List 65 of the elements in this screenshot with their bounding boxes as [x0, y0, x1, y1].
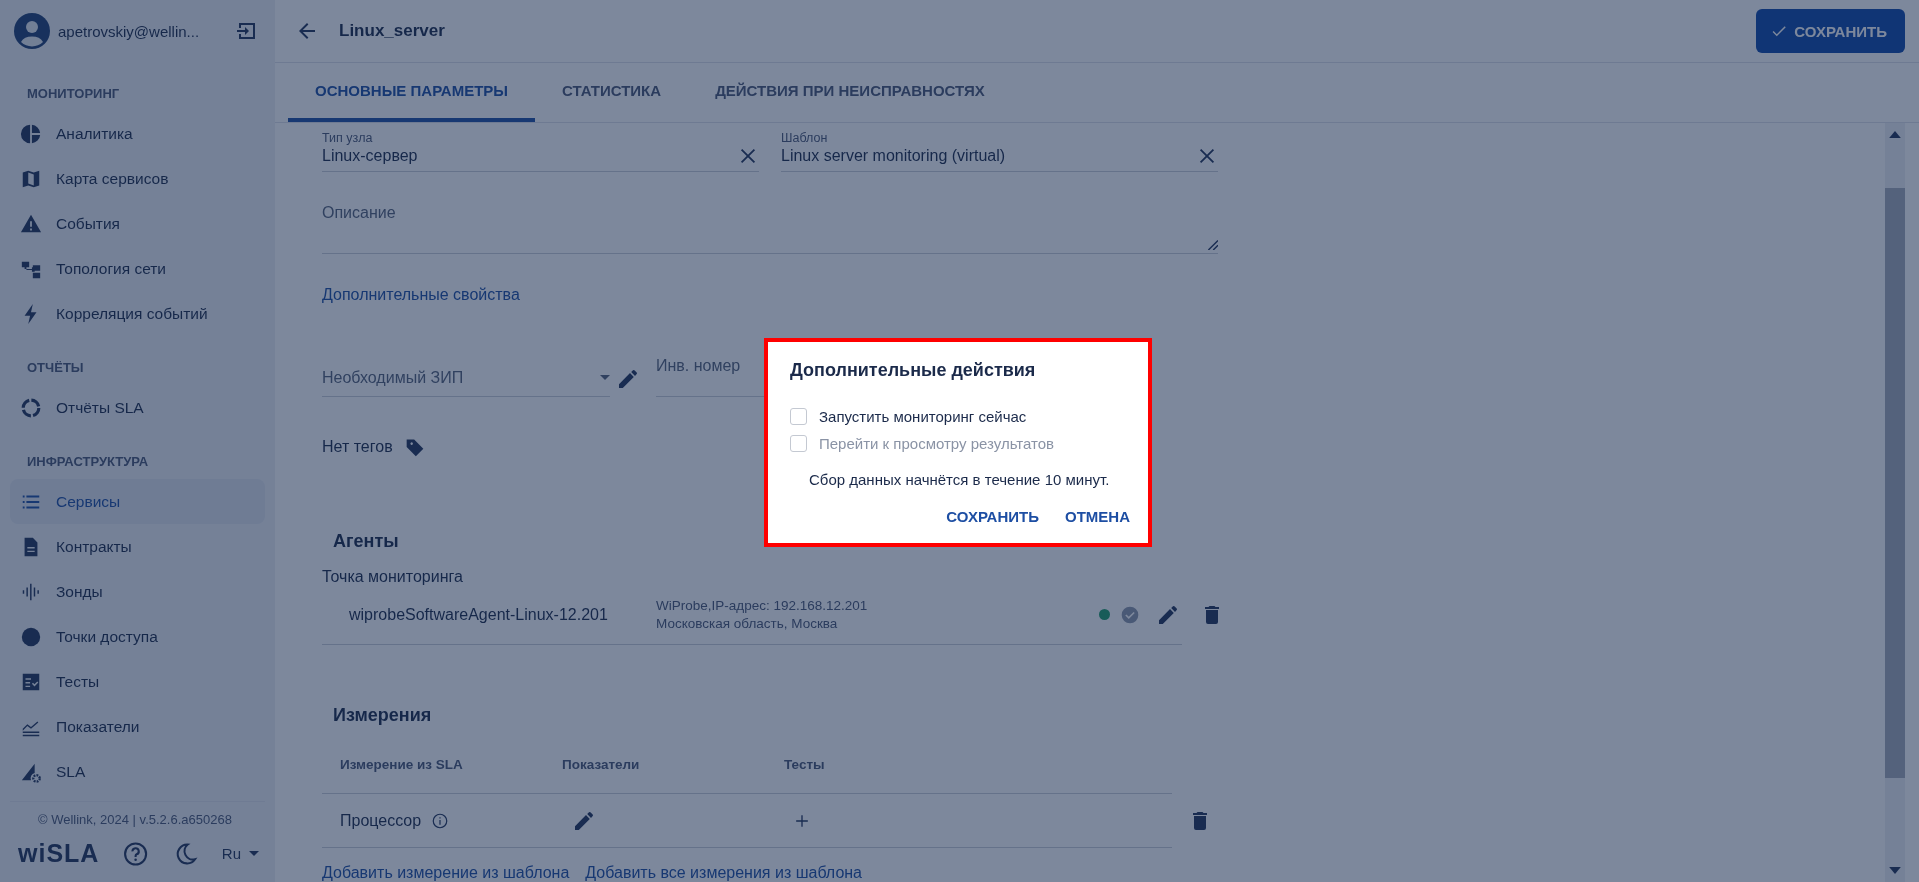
- additional-properties-link[interactable]: Дополнительные свойства: [322, 285, 520, 304]
- column-header: Тесты: [784, 756, 826, 772]
- logo: wiSLA: [18, 839, 100, 868]
- section-title: Измерения: [332, 704, 433, 726]
- user-name: apetrovskiy@wellin...: [58, 22, 201, 40]
- section-heading: ИНФРАСТРУКТУРА: [26, 453, 150, 471]
- checkbox[interactable]: [790, 408, 807, 425]
- add-measurement-link[interactable]: Добавить все измерения из шаблона: [585, 864, 862, 882]
- section-heading: МОНИТОРИНГ: [26, 85, 121, 103]
- section-heading: ОТЧЁТЫ: [26, 359, 85, 377]
- copyright-text: © Wellink, 2024 | v.5.2.6.a650268: [10, 801, 265, 837]
- add-measurement-link[interactable]: Добавить измерение из шаблона: [322, 864, 570, 882]
- caret-icon: [600, 375, 610, 381]
- avatar-icon: [14, 13, 50, 49]
- agent-name: wiprobeSoftwareAgent-Linux-12.201: [349, 605, 609, 624]
- dialog-note: Сбор данных начнётся в течение 10 минут.: [809, 471, 1111, 488]
- nav-item[interactable]: Топология сети: [10, 246, 265, 291]
- nav-item[interactable]: Аналитика: [10, 111, 265, 156]
- nav-item[interactable]: Показатели: [10, 704, 265, 749]
- caret-icon: [249, 851, 259, 856]
- nav-item[interactable]: Зонды: [10, 569, 265, 614]
- tags-text: Нет тегов: [322, 437, 393, 456]
- nav-item[interactable]: Точки доступа: [10, 614, 265, 659]
- column-header: Показатели: [562, 756, 641, 772]
- field-label: Тип узла: [322, 131, 374, 145]
- pie-chart-icon: [20, 122, 42, 145]
- agent-address: WiProbe,IP-адрес: 192.168.12.201: [656, 598, 868, 614]
- dialog-button[interactable]: ОТМЕНА: [1059, 502, 1136, 531]
- resize-grip-icon: [1206, 237, 1218, 250]
- info-icon[interactable]: [431, 811, 450, 830]
- nav-item[interactable]: Карта сервисов: [10, 156, 265, 201]
- field-label: Шаблон: [781, 131, 829, 145]
- dialog-title: Дополнительные действия: [790, 360, 1037, 381]
- checkbox-option[interactable]: Запустить мониторинг сейчас: [790, 403, 1136, 430]
- column-header: Измерение из SLA: [340, 756, 464, 772]
- dialog-button[interactable]: СОХРАНИТЬ: [940, 502, 1045, 531]
- nav-item[interactable]: SLA: [10, 749, 265, 794]
- tab[interactable]: ОСНОВНЫЕ ПАРАМЕТРЫ: [288, 63, 535, 122]
- page-title: Linux_server: [339, 21, 445, 41]
- check-circle-icon: [1120, 604, 1140, 625]
- circle-icon: [20, 625, 42, 648]
- spare-parts-dropdown[interactable]: Необходимый ЗИП: [322, 359, 610, 397]
- agent-location: Московская область, Москва: [656, 616, 839, 632]
- ring-chart-icon: [20, 396, 42, 419]
- nav-item[interactable]: События: [10, 201, 265, 246]
- nav-item[interactable]: Отчёты SLA: [10, 385, 265, 430]
- scroll-down-icon[interactable]: [1889, 867, 1901, 874]
- save-button[interactable]: СОХРАНИТЬ: [1756, 9, 1905, 53]
- scroll-up-icon[interactable]: [1889, 131, 1901, 138]
- field-value[interactable]: Linux-сервер: [322, 147, 737, 165]
- help-icon[interactable]: [123, 840, 149, 867]
- subsection-title: Точка мониторинга: [322, 567, 464, 586]
- nav-item[interactable]: Тесты: [10, 659, 265, 704]
- section-title: Агенты: [332, 530, 400, 552]
- tab[interactable]: СТАТИСТИКА: [535, 63, 689, 122]
- nav-item[interactable]: Контракты: [10, 524, 265, 569]
- nav-item[interactable]: Корреляция событий: [10, 291, 265, 336]
- description-field[interactable]: Описание: [322, 204, 1218, 254]
- tab[interactable]: ДЕЙСТВИЯ ПРИ НЕИСПРАВНОСТЯХ: [688, 63, 1012, 122]
- field-value[interactable]: Linux server monitoring (virtual): [781, 147, 1196, 165]
- table-cell: Процессор: [340, 811, 422, 830]
- scrollbar-thumb[interactable]: [1885, 188, 1905, 778]
- language-dropdown[interactable]: Ru: [221, 845, 259, 862]
- scrollbar[interactable]: [1885, 123, 1905, 882]
- nav-item[interactable]: Сервисы: [10, 479, 265, 524]
